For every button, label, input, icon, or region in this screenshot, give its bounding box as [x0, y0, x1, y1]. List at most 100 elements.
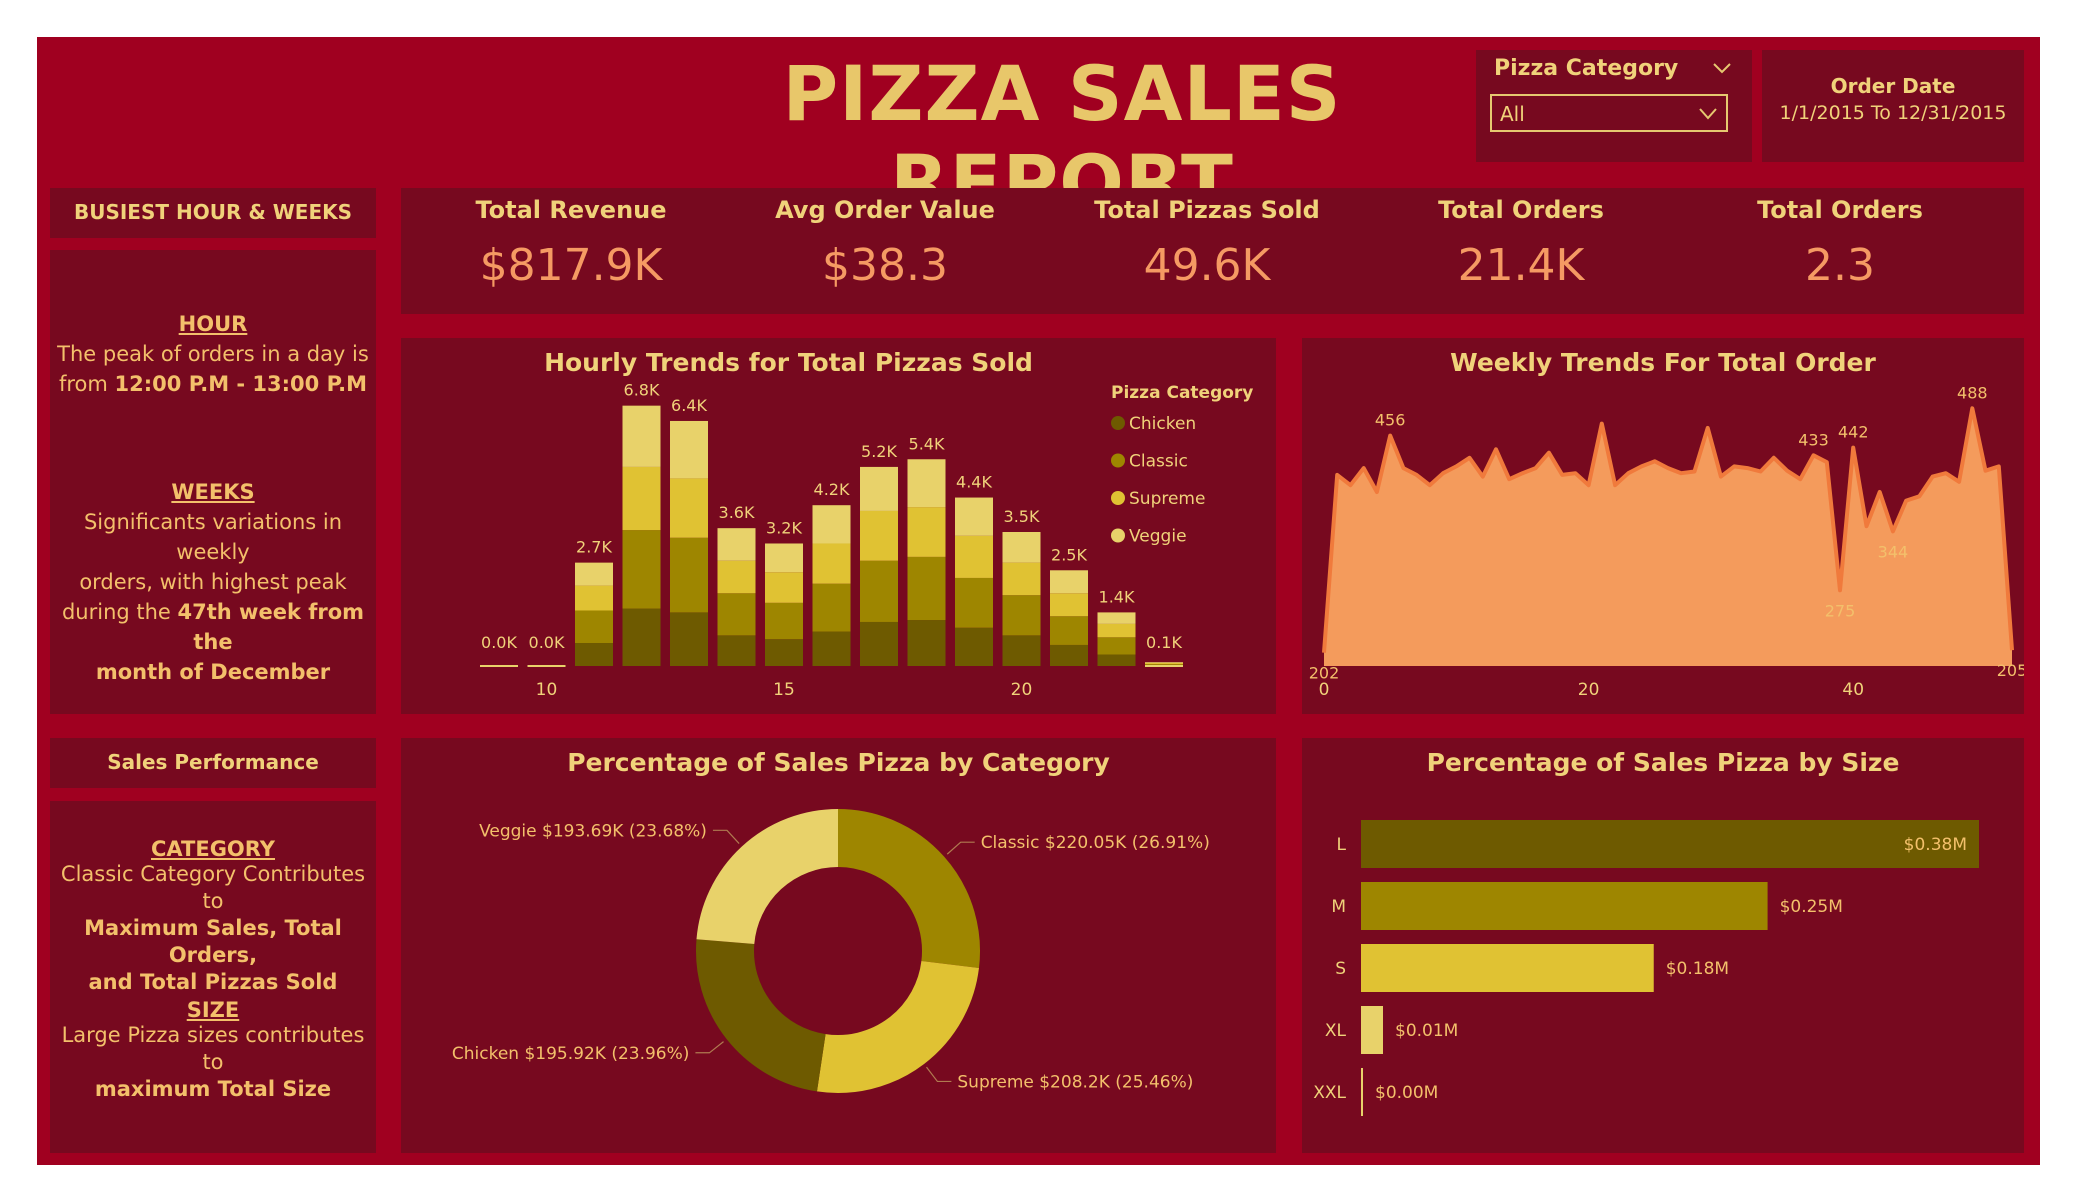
bar-segment-veggie — [1050, 570, 1088, 594]
bar-segment-veggie — [860, 466, 898, 511]
date-filter-label: Order Date — [1830, 74, 1956, 98]
data-label: 0.0K — [481, 633, 517, 652]
data-label: $0.00M — [1375, 1083, 1438, 1103]
kpi-label: Total Revenue — [475, 196, 667, 224]
kpi-label: Total Pizzas Sold — [1094, 196, 1320, 224]
x-tick-label: 10 — [536, 680, 558, 700]
y-tick-label: L — [1337, 835, 1347, 855]
bar-segment-chicken — [670, 612, 708, 666]
x-tick-label: 40 — [1842, 680, 1864, 700]
bar-segment-chicken — [812, 631, 851, 666]
bar-segment-supreme — [717, 560, 756, 594]
bar-segment-veggie — [1145, 662, 1183, 663]
data-label: 5.4K — [909, 434, 945, 453]
category-text-bold: Maximum Sales, Total Orders, — [84, 916, 342, 967]
size-bar-xxl — [1361, 1068, 1363, 1116]
bar-segment-veggie — [955, 497, 993, 536]
category-heading: CATEGORY — [150, 837, 276, 861]
bar-segment-classic — [1002, 595, 1041, 636]
bar-segment-supreme — [1050, 593, 1088, 617]
x-tick-label: 20 — [1011, 680, 1033, 700]
area-fill — [1324, 408, 2012, 666]
data-label: 3.5K — [1004, 507, 1040, 526]
x-tick-label: 20 — [1578, 680, 1600, 700]
busiest-text-card: HOUR The peak of orders in a day is from… — [50, 250, 376, 714]
bar-segment-chicken — [575, 643, 613, 666]
donut-slice-supreme — [817, 960, 979, 1093]
bar-segment-chicken — [765, 639, 803, 666]
chevron-down-icon — [1699, 108, 1717, 120]
donut-slice-classic — [837, 809, 980, 968]
bar-segment-classic — [812, 583, 851, 632]
weeks-text: Significants variations in weekly orders… — [50, 507, 376, 687]
size-text: Large Pizza sizes contributes to maximum… — [50, 1022, 376, 1103]
legend-marker — [1111, 528, 1125, 543]
size-bar-m — [1361, 882, 1768, 930]
data-label: 275 — [1825, 601, 1856, 620]
kpi-value: $38.3 — [822, 240, 948, 291]
donut-slice-veggie — [696, 809, 839, 946]
date-filter[interactable]: Order Date 1/1/2015 To 12/31/2015 — [1762, 50, 2024, 162]
data-label: 6.4K — [671, 396, 707, 415]
kpi-value: 21.4K — [1457, 240, 1585, 291]
category-dropdown-value: All — [1500, 102, 1525, 126]
size-chart-card: Percentage of Sales Pizza by Size L $0.38… — [1302, 738, 2024, 1153]
data-label: 344 — [1878, 542, 1909, 561]
weeks-text-line: month of December — [50, 657, 376, 687]
bar-segment-chicken — [1097, 654, 1136, 666]
bar-segment-veggie — [907, 459, 946, 508]
leader-line — [946, 841, 975, 855]
kpi-label: Avg Order Value — [775, 196, 995, 224]
donut-slice-chicken — [696, 939, 827, 1092]
data-label: 456 — [1375, 411, 1406, 430]
size-bar-l — [1361, 820, 1979, 868]
kpi-label: Total Orders — [1757, 196, 1923, 224]
y-tick-label: XL — [1325, 1021, 1347, 1041]
y-tick-label: M — [1331, 897, 1346, 917]
size-text-line: Large Pizza sizes contributes to — [61, 1023, 365, 1074]
x-tick-label: 15 — [773, 680, 795, 700]
bar-segment-chicken — [955, 627, 993, 666]
slice-label: Classic $220.05K (26.91%) — [981, 833, 1210, 853]
weeks-text-line: Significants variations in weekly — [83, 510, 343, 564]
bar-segment-supreme — [1097, 623, 1136, 638]
data-label: 4.4K — [956, 473, 992, 492]
data-label: $0.25M — [1780, 897, 1843, 917]
bar-segment-classic — [1050, 616, 1088, 645]
bar-segment-veggie — [670, 420, 708, 479]
hour-text-line: The peak of orders in a day is — [57, 342, 369, 366]
size-text-line: maximum Total Size — [50, 1076, 376, 1103]
weeks-heading: WEEKS — [171, 480, 255, 504]
category-donut-chart: Classic $220.05K (26.91%) Supreme $208.2K… — [452, 809, 1210, 1093]
legend-title: Pizza Category — [1111, 383, 1253, 403]
bar-segment-supreme — [575, 585, 613, 611]
leader-line — [712, 829, 740, 844]
data-label: 0.0K — [529, 633, 565, 652]
bar-segment-supreme — [670, 478, 708, 538]
category-slicer-label: Pizza Category — [1494, 56, 1679, 81]
size-heading: SIZE — [186, 998, 240, 1022]
legend-marker — [1111, 416, 1125, 430]
bar-segment-classic — [907, 556, 946, 621]
kpi-panel: Total Revenue $817.9K Avg Order Value $3… — [401, 188, 2024, 314]
kpi-value: $817.9K — [479, 240, 663, 291]
bar-segment-classic — [622, 530, 661, 609]
chevron-down-icon[interactable] — [1712, 62, 1732, 74]
hour-text-line: from 12:00 P.M - 13:00 P.M — [50, 369, 376, 399]
legend-marker — [1111, 453, 1125, 468]
data-label: 0.1K — [1146, 633, 1182, 652]
category-dropdown[interactable]: All — [1490, 94, 1728, 132]
legend-item: Veggie — [1129, 527, 1187, 547]
bar-segment-classic — [860, 560, 898, 622]
weekly-chart: 2024564332754423444882050 20 40 — [1309, 383, 2024, 700]
bar-segment-classic — [670, 537, 708, 613]
bar-segment-veggie — [765, 543, 803, 573]
category-slicer[interactable]: Pizza Category All — [1476, 50, 1752, 162]
hourly-chart-card: Hourly Trends for Total Pizzas Sold 0.0K… — [401, 338, 1276, 714]
slice-label: Veggie $193.69K (23.68%) — [479, 821, 707, 841]
size-bar-chart: L $0.38M M $0.25M S $0.18M XL $0.01M XXL $0.00M — [1313, 820, 1979, 1116]
weeks-text-line: during the 47th week from the — [50, 597, 376, 657]
bar-segment-supreme — [812, 543, 851, 584]
hourly-chart: 0.0K 0.0K 2.7K 6.8K 6.4K 3.6K 3.2K 4.2K 5.2K 5.4K… — [480, 381, 1253, 700]
weeks-text-line: orders, with highest peak — [79, 570, 347, 594]
